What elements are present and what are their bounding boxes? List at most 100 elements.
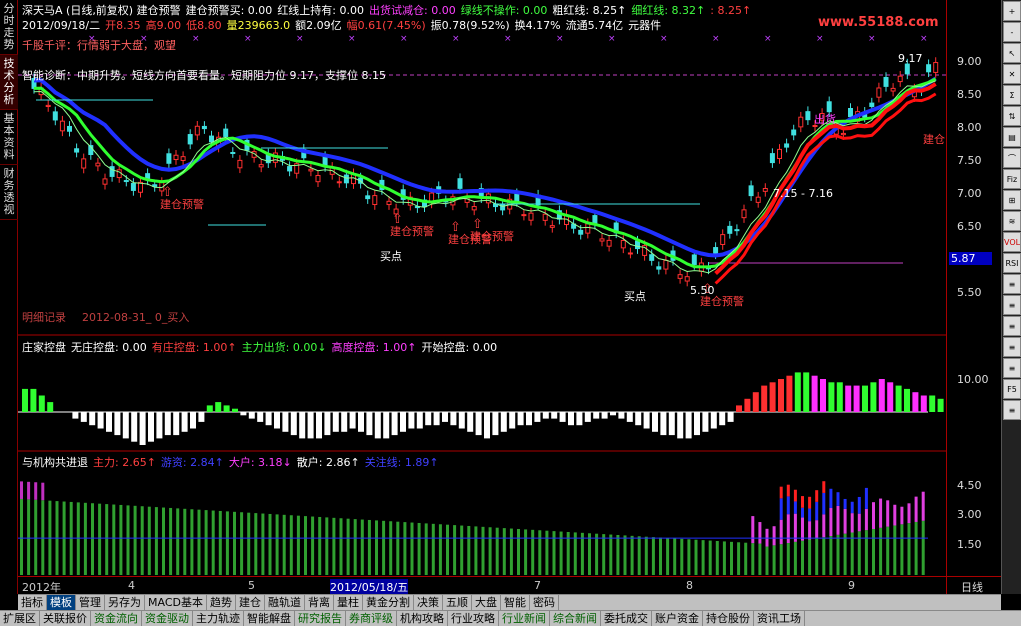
tool-button-6[interactable]: ▤ (1003, 127, 1021, 147)
sell-label: 出货 (814, 112, 836, 126)
template-tab-6[interactable]: 建仓 (236, 595, 265, 610)
template-tab-14[interactable]: 智能 (501, 595, 530, 610)
institution-bar (843, 533, 847, 575)
extension-tab-4[interactable]: 主力轨迹 (193, 611, 244, 626)
extension-tab-9[interactable]: 行业攻略 (448, 611, 499, 626)
tool-button-8[interactable]: Fiz (1003, 169, 1021, 189)
tool-button-16[interactable]: ≡ (1003, 337, 1021, 357)
template-tab-12[interactable]: 五顺 (443, 595, 472, 610)
main-chart[interactable]: × × × × × × × × × × × × × × × × ×建仓预警⇧建仓预警⇧建仓预警⇧建仓预警⇧建仓预… (18, 0, 946, 576)
extension-tab-12[interactable]: 委托成交 (601, 611, 652, 626)
candle-body (123, 180, 129, 183)
price-tick-7: 5.50 (957, 286, 982, 299)
tool-button-7[interactable]: ⌒ (1003, 148, 1021, 168)
template-tab-8[interactable]: 背离 (305, 595, 334, 610)
institution-bar (20, 498, 23, 575)
template-tab-10[interactable]: 黄金分割 (363, 595, 414, 610)
extension-tab-1[interactable]: 关联报价 (40, 611, 91, 626)
template-tab-13[interactable]: 大盘 (472, 595, 501, 610)
extension-tab-3[interactable]: 资金驱动 (142, 611, 193, 626)
left-tab-1[interactable]: 技术分析 (0, 55, 18, 110)
extension-tab-10[interactable]: 行业新闻 (499, 611, 550, 626)
histogram-bar (181, 412, 188, 432)
extension-tab-11[interactable]: 综合新闻 (550, 611, 601, 626)
institution-bar (822, 481, 826, 493)
institution-bar (630, 535, 634, 575)
tool-button-19[interactable]: ≡ (1003, 400, 1021, 420)
histogram-bar (492, 412, 499, 436)
template-tab-4[interactable]: MACD基本 (145, 595, 207, 610)
institution-bar (438, 524, 442, 575)
institution-bar (801, 496, 804, 508)
panel2-axis-tick: 10.00 (957, 373, 989, 386)
tool-button-14[interactable]: ≡ (1003, 295, 1021, 315)
institution-bar (282, 514, 286, 575)
left-tab-3[interactable]: 财务透视 (0, 165, 18, 220)
histogram-bar (912, 392, 919, 412)
tool-button-2[interactable]: ↖ (1003, 43, 1021, 63)
histogram-bar (626, 412, 633, 422)
histogram-bar (324, 412, 331, 436)
tool-button-13[interactable]: ≡ (1003, 274, 1021, 294)
extension-tab-5[interactable]: 智能解盘 (244, 611, 295, 626)
institution-bar (609, 534, 613, 575)
institution-bar (133, 505, 137, 575)
extension-tab-7[interactable]: 券商评级 (346, 611, 397, 626)
histogram-bar (920, 395, 927, 412)
institution-bars (18, 481, 928, 575)
candle-body (720, 234, 726, 246)
extension-tab-8[interactable]: 机构攻略 (397, 611, 448, 626)
template-tab-9[interactable]: 量柱 (334, 595, 363, 610)
template-tab-15[interactable]: 密码 (530, 595, 559, 610)
tool-button-11[interactable]: VOL (1003, 232, 1021, 252)
left-tab-0[interactable]: 分时走势 (0, 0, 18, 55)
institution-bar (268, 513, 272, 575)
institution-bar (545, 530, 549, 575)
histogram-bar (332, 412, 339, 432)
tool-button-15[interactable]: ≡ (1003, 316, 1021, 336)
panel3-value-4: 散户: 2.86↑ (296, 456, 360, 469)
tool-button-17[interactable]: ≡ (1003, 358, 1021, 378)
institution-bar (595, 533, 599, 575)
right-toolbar: + - ↖ ✕ Σ ⇅ ▤ ⌒ Fiz ⊞ ≋ VOL RSI ≡ ≡ ≡ ≡ ≡ F5 ≡ (1001, 0, 1021, 594)
template-tab-7[interactable]: 融轨道 (265, 595, 305, 610)
tool-button-4[interactable]: Σ (1003, 85, 1021, 105)
tool-button-3[interactable]: ✕ (1003, 64, 1021, 84)
panel2-value-1: 无庄控盘: 0.00 (71, 341, 147, 354)
candle-body (549, 225, 555, 228)
period-label[interactable]: 日线 (961, 579, 983, 595)
tool-button-12[interactable]: RSI (1003, 253, 1021, 273)
extension-tab-2[interactable]: 资金流向 (91, 611, 142, 626)
extension-tab-14[interactable]: 持仓股份 (703, 611, 754, 626)
tool-button-0[interactable]: + (1003, 1, 1021, 21)
institution-bar (346, 518, 350, 575)
tool-button-10[interactable]: ≋ (1003, 211, 1021, 231)
institution-bar (715, 540, 719, 575)
template-tab-11[interactable]: 决策 (414, 595, 443, 610)
stock-comment[interactable]: 千股千评：行情弱于大盘，观望 (22, 37, 176, 53)
extension-tab-0[interactable]: 扩展区 (0, 611, 40, 626)
extension-tab-13[interactable]: 账户资金 (652, 611, 703, 626)
extension-tab-6[interactable]: 研究报告 (295, 611, 346, 626)
institution-bar (786, 543, 790, 575)
tool-button-1[interactable]: - (1003, 22, 1021, 42)
tool-button-5[interactable]: ⇅ (1003, 106, 1021, 126)
template-tab-5[interactable]: 趋势 (207, 595, 236, 610)
histogram-bar (828, 382, 835, 412)
extension-tab-15[interactable]: 资讯工场 (754, 611, 805, 626)
template-tab-2[interactable]: 管理 (76, 595, 105, 610)
buy-point-label-0: 买点 (380, 250, 402, 263)
tool-button-9[interactable]: ⊞ (1003, 190, 1021, 210)
institution-bar (204, 510, 208, 575)
histogram-bar (416, 412, 423, 429)
institution-bar (921, 491, 925, 521)
template-tab-1[interactable]: 模板 (47, 595, 76, 610)
tool-button-18[interactable]: F5 (1003, 379, 1021, 399)
institution-bar (403, 522, 407, 575)
candle-body (209, 135, 214, 143)
left-tab-2[interactable]: 基本资料 (0, 110, 18, 165)
candle-body (627, 252, 633, 255)
template-tab-0[interactable]: 指标 (18, 595, 47, 610)
signal-marker: × (348, 34, 356, 44)
template-tab-3[interactable]: 另存为 (105, 595, 145, 610)
